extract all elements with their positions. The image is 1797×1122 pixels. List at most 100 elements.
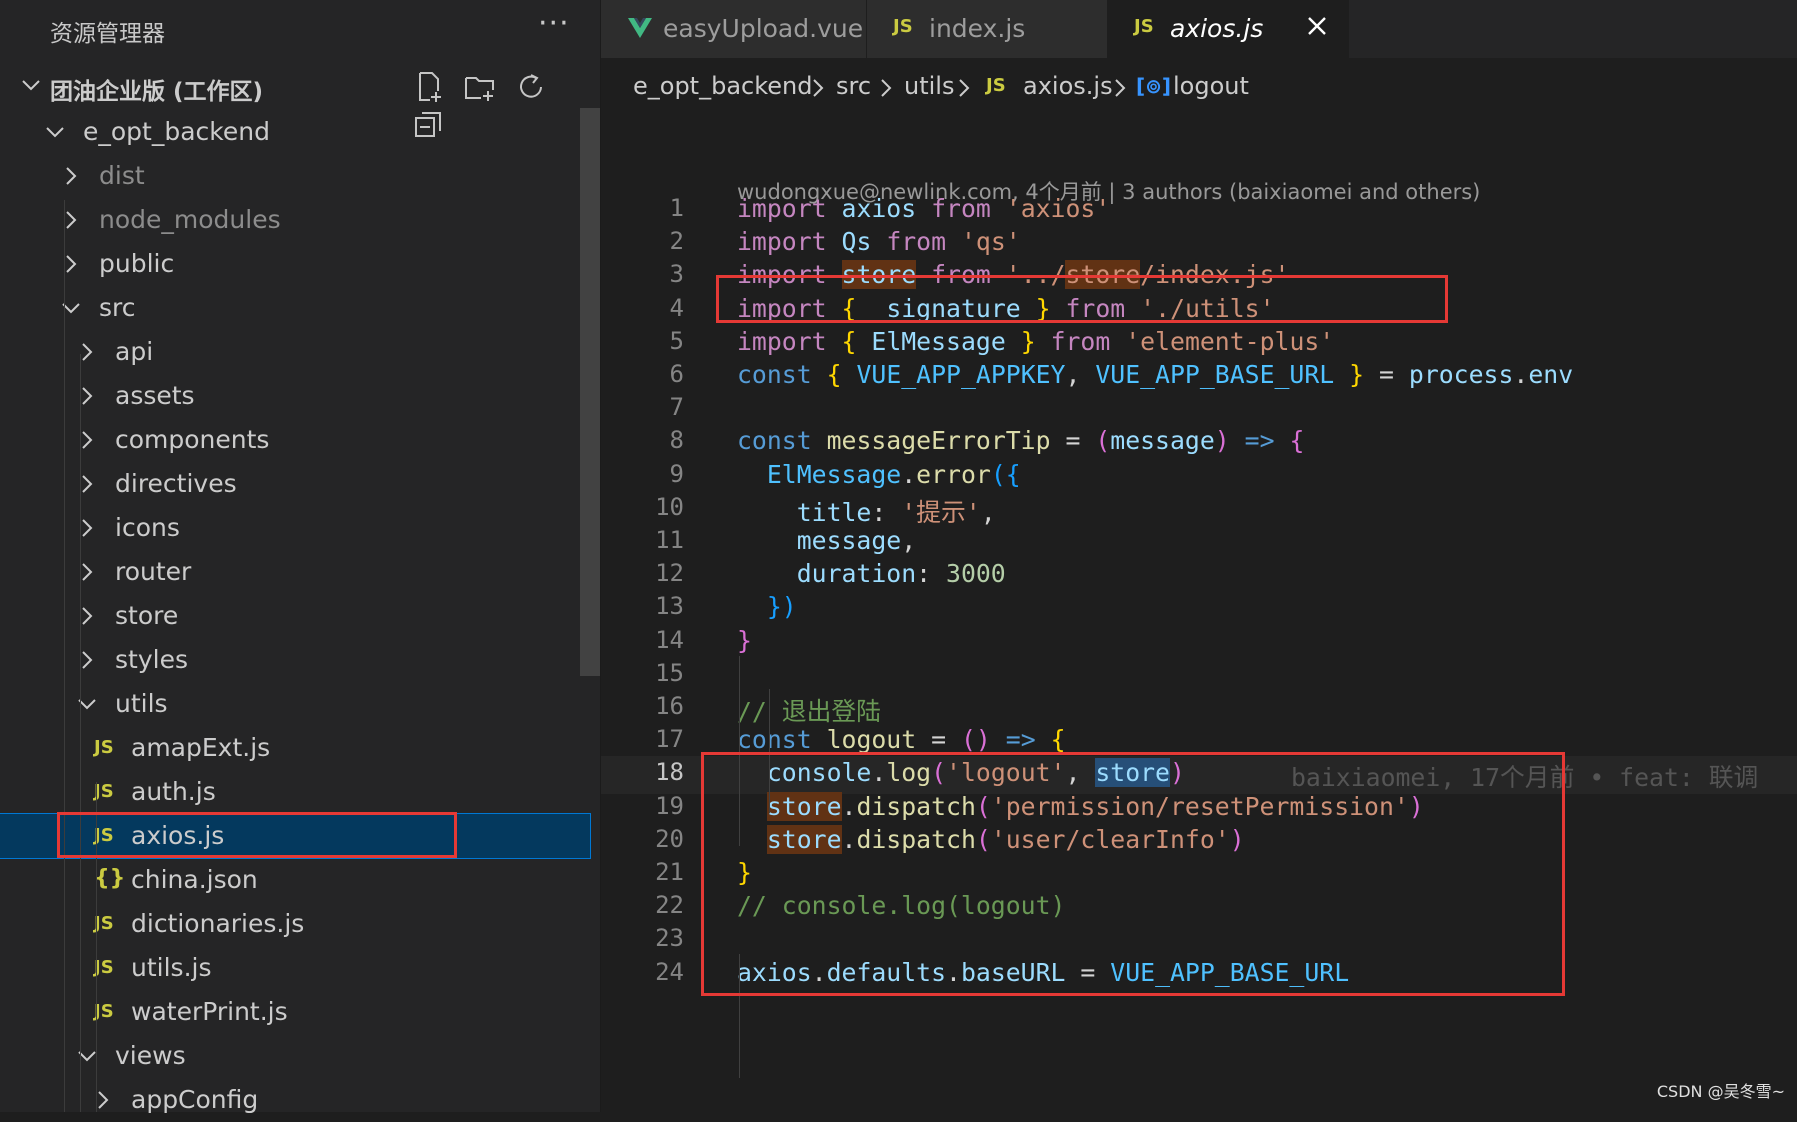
breadcrumb-item-axios-js[interactable]: axios.js — [1023, 72, 1113, 100]
tree-item-appconfig[interactable]: appConfig — [0, 1078, 590, 1122]
tree-item-china-json[interactable]: {} china.json — [0, 858, 590, 902]
tree-item-label: views — [115, 1041, 186, 1070]
code-text: duration: 3000 — [737, 559, 1006, 588]
tab-label: index.js — [929, 14, 1026, 43]
breadcrumb: e_opt_backend src utils JS axios.js [⊚] … — [601, 60, 1797, 116]
tree-item-src[interactable]: src — [0, 286, 590, 330]
symbol-variable-icon: [⊚] — [1136, 74, 1172, 98]
tree-item-label: node_modules — [99, 205, 281, 234]
code-token: . — [1513, 360, 1529, 389]
code-text: import { ElMessage } from 'element-plus' — [737, 327, 1334, 356]
code-token: duration — [796, 559, 917, 589]
tree-item-components[interactable]: components — [0, 418, 590, 462]
chevron-down-icon — [22, 80, 40, 91]
tree-item-store[interactable]: store — [0, 594, 590, 638]
tree-item-label: icons — [115, 513, 180, 542]
line-number: 10 — [655, 492, 684, 521]
tree-item-utils-js[interactable]: JS utils.js — [0, 946, 590, 990]
tree-item-assets[interactable]: assets — [0, 374, 590, 418]
line-number: 7 — [669, 393, 684, 422]
line-number: 4 — [669, 293, 684, 322]
tree-item-directives[interactable]: directives — [0, 462, 590, 506]
code-token: import — [737, 227, 827, 257]
tree-item-node-modules[interactable]: node_modules — [0, 198, 590, 242]
js-icon: JS — [94, 737, 114, 758]
tree-item-styles[interactable]: styles — [0, 638, 590, 682]
line-number: 16 — [655, 692, 684, 720]
code-token: = — [1050, 426, 1096, 456]
tree-item-dictionaries-js[interactable]: JS dictionaries.js — [0, 902, 590, 946]
code-token: { — [1050, 725, 1066, 755]
tree-item-auth-js[interactable]: JS auth.js — [0, 770, 590, 814]
code-token: from — [931, 194, 991, 223]
code-text: message, — [737, 526, 916, 555]
code-token: axios — [841, 194, 917, 223]
tree-item-views[interactable]: views — [0, 1034, 590, 1078]
code-token: , — [1065, 360, 1096, 389]
explorer-sidebar: 资源管理器 ··· 团油企业版 (工作区) e_opt_backenddist n… — [0, 0, 601, 1114]
tree-item-label: e_opt_backend — [83, 117, 270, 146]
code-token: , — [980, 497, 996, 527]
tree-item-waterprint-js[interactable]: JS waterPrint.js — [0, 990, 590, 1034]
close-icon[interactable] — [1304, 13, 1330, 39]
line-number: 19 — [655, 791, 684, 820]
code-token: VUE_APP_BASE_URL — [1095, 360, 1335, 389]
code-token: VUE_APP_APPKEY — [856, 360, 1066, 389]
tab-label: easyUpload.vue — [663, 14, 864, 43]
tree-item-label: api — [115, 337, 154, 366]
refresh-icon[interactable] — [514, 70, 550, 104]
new-file-icon[interactable] — [412, 70, 448, 104]
line-number: 2 — [669, 227, 684, 256]
tree-item-label: china.json — [131, 865, 258, 894]
code-token: message — [796, 526, 902, 555]
code-editor[interactable]: wudongxue@newlink.com, 4个月前 | 3 authors … — [601, 116, 1797, 1112]
chevron-right-icon — [1115, 79, 1126, 97]
code-token: () — [960, 725, 991, 755]
tree-item-api[interactable]: api — [0, 330, 590, 374]
line-number: 6 — [669, 360, 684, 388]
tab-axios-js[interactable]: JS axios.js — [1108, 0, 1349, 58]
workspace-header[interactable]: 团油企业版 (工作区) — [0, 64, 590, 137]
code-token: const — [737, 360, 812, 389]
breadcrumb-item-src[interactable]: src — [836, 72, 871, 100]
breadcrumb-item-e-opt-backend[interactable]: e_opt_backend — [633, 72, 812, 100]
breadcrumb-item-utils[interactable]: utils — [904, 72, 954, 100]
js-icon: JS — [893, 16, 913, 37]
new-folder-icon[interactable] — [463, 70, 499, 104]
code-token: ) — [1214, 426, 1230, 456]
tree-item-icons[interactable]: icons — [0, 506, 590, 550]
tree-item-amapext-js[interactable]: JS amapExt.js — [0, 726, 590, 770]
more-actions-icon[interactable]: ··· — [538, 6, 570, 41]
sidebar-scrollbar[interactable] — [580, 108, 600, 676]
chevron-right-icon — [881, 79, 892, 97]
tree-item-router[interactable]: router — [0, 550, 590, 594]
breadcrumb-item-logout[interactable]: logout — [1173, 72, 1249, 100]
workspace-title: 团油企业版 (工作区) — [50, 79, 264, 105]
tree-item-public[interactable]: public — [0, 242, 590, 286]
annotation-highlight-box — [716, 275, 1448, 323]
js-icon: JS — [1134, 16, 1154, 37]
line-number: 20 — [655, 824, 684, 853]
tree-item-label: appConfig — [131, 1085, 259, 1114]
line-number: 24 — [655, 957, 684, 986]
code-token: import — [737, 326, 827, 356]
tree-item-dist[interactable]: dist — [0, 154, 590, 198]
tab-easyupload[interactable]: easyUpload.vue — [601, 0, 867, 58]
code-token: messageErrorTip — [826, 426, 1051, 456]
explorer-header: 资源管理器 ··· — [0, 0, 600, 58]
tree-item-utils[interactable]: utils — [0, 682, 590, 726]
tree-item-e-opt-backend[interactable]: e_opt_backend — [0, 110, 590, 154]
code-token: const — [737, 725, 812, 755]
chevron-right-icon — [66, 167, 77, 185]
code-token: from — [886, 227, 947, 257]
tab-index-js[interactable]: JS index.js — [867, 0, 1108, 58]
